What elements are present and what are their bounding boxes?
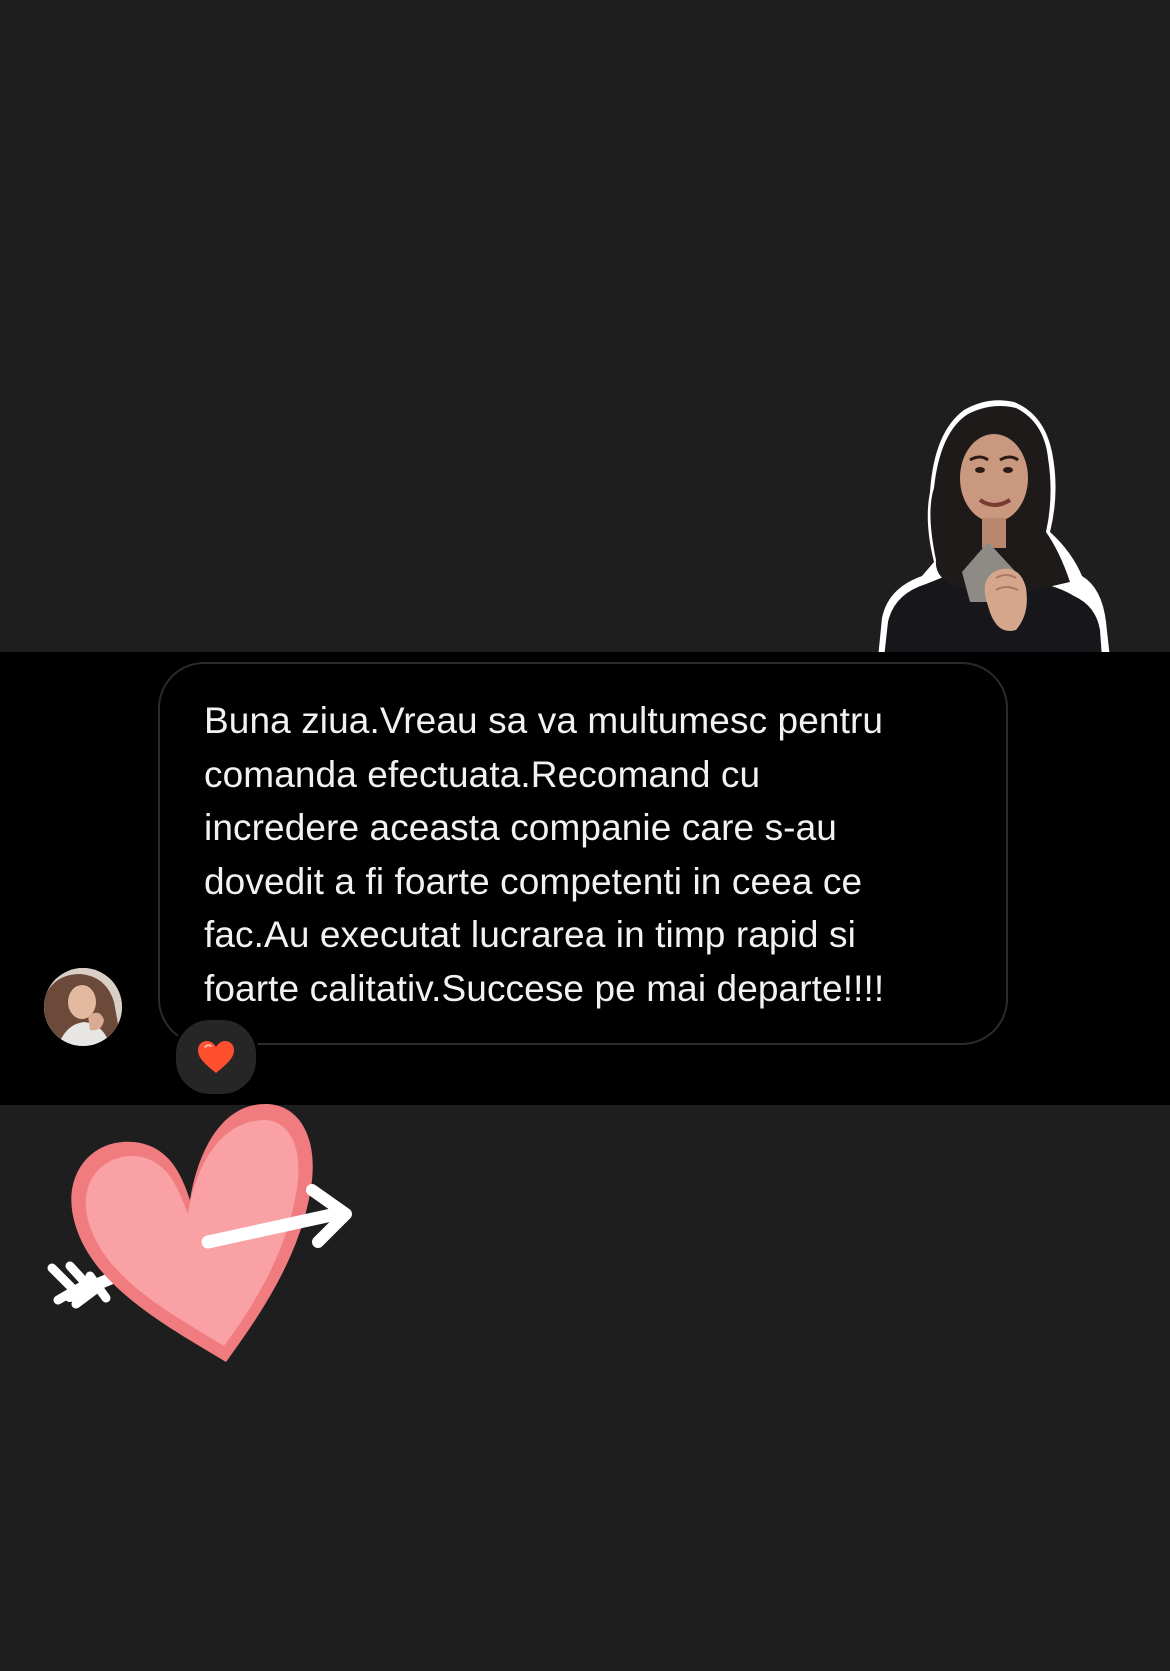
story-canvas: Buna ziua.Vreau sa va multumesc pentru c… — [0, 0, 1170, 1671]
avatar-image — [44, 968, 122, 1046]
red-heart-icon — [198, 1041, 234, 1073]
heart-reaction-badge[interactable]: ❤️ — [173, 1017, 259, 1097]
woman-sticker[interactable] — [838, 392, 1110, 658]
heart-arrow-sticker[interactable] — [30, 1090, 360, 1370]
message-line: Buna ziua.Vreau sa va multumesc pentru — [204, 700, 884, 741]
message-text: Buna ziua.Vreau sa va multumesc pentru c… — [204, 694, 966, 1015]
message-line: fac.Au executat lucrarea in timp rapid s… — [204, 914, 856, 955]
message-line: comanda efectuata.Recomand cu — [204, 753, 761, 795]
message-line: incredere aceasta companie care s-au — [204, 807, 837, 848]
message-bubble[interactable]: Buna ziua.Vreau sa va multumesc pentru c… — [158, 662, 1008, 1045]
sender-avatar[interactable] — [44, 968, 122, 1046]
message-line: dovedit a fi foarte competenti in ceea c… — [204, 860, 863, 902]
message-line: foarte calitativ.Succese pe mai departe!… — [204, 967, 885, 1009]
